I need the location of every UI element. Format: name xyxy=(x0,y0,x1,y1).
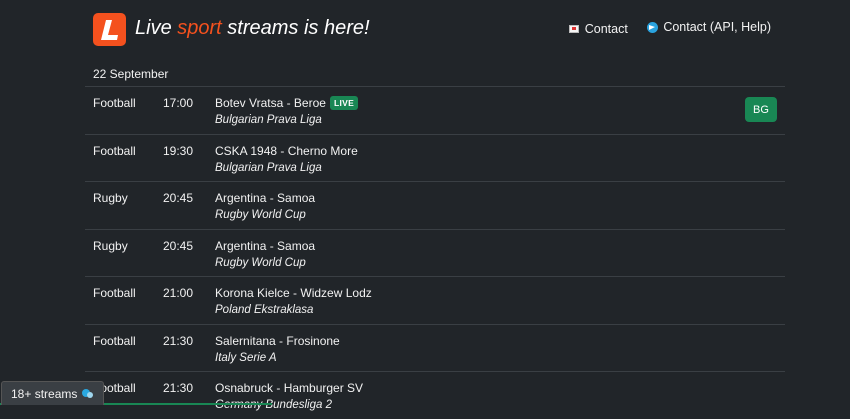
header: Live sport streams is here! Contact Cont… xyxy=(85,0,785,58)
language-button[interactable]: BG xyxy=(745,97,777,122)
brand-title[interactable]: Live sport streams is here! xyxy=(135,17,370,40)
event-row[interactable]: Football 21:00 Korona Kielce - Widzew Lo… xyxy=(85,276,785,324)
event-row[interactable]: Football 21:30 Osnabruck - Hamburger SV … xyxy=(85,371,785,419)
date-heading: 22 September xyxy=(93,67,169,81)
event-time: 21:30 xyxy=(163,333,194,348)
event-sport: Football xyxy=(93,333,136,348)
brand-part2: streams is here! xyxy=(221,17,370,39)
events-list: Football 17:00 Botev Vratsa - Beroe LIVE … xyxy=(85,86,785,419)
event-time: 20:45 xyxy=(163,191,194,205)
event-league: Bulgarian Prava Liga xyxy=(215,114,322,126)
event-row[interactable]: Football 19:30 CSKA 1948 - Cherno More B… xyxy=(85,133,785,182)
event-match[interactable]: Osnabruck - Hamburger SV xyxy=(215,381,363,395)
live-badge: LIVE xyxy=(329,96,359,110)
event-time: 17:00 xyxy=(163,96,194,110)
event-time: 21:30 xyxy=(163,381,194,395)
event-sport: Football xyxy=(93,96,136,110)
telegram-icon xyxy=(647,21,659,33)
event-match[interactable]: CSKA 1948 - Cherno More xyxy=(215,144,358,158)
event-match-title: Botev Vratsa - Beroe xyxy=(215,96,326,110)
brand-part1: Live xyxy=(135,17,178,39)
event-time: 19:30 xyxy=(163,143,194,158)
event-row[interactable]: Rugby 20:45 Argentina - Samoa Rugby Worl… xyxy=(85,228,785,277)
event-league: Rugby World Cup xyxy=(215,256,306,269)
event-match[interactable]: Salernitana - Frosinone xyxy=(215,334,340,348)
contact-link[interactable]: Contact xyxy=(568,21,628,36)
event-sport: Rugby xyxy=(93,238,128,253)
contact-api-link[interactable]: Contact (API, Help) xyxy=(647,20,771,34)
streams-button[interactable]: 18+ streams xyxy=(1,381,105,405)
logo-icon[interactable] xyxy=(93,13,126,46)
event-match[interactable]: Korona Kielce - Widzew Lodz xyxy=(215,286,372,300)
event-league: Rugby World Cup xyxy=(215,209,306,221)
event-league: Italy Serie A xyxy=(215,351,277,364)
event-sport: Football xyxy=(93,143,136,158)
contact-api-label: Contact (API, Help) xyxy=(663,20,771,34)
event-row[interactable]: Rugby 20:45 Argentina - Samoa Rugby Worl… xyxy=(85,181,785,229)
event-row[interactable]: Football 21:30 Salernitana - Frosinone I… xyxy=(85,323,785,372)
event-time: 20:45 xyxy=(163,238,194,253)
event-row[interactable]: Football 17:00 Botev Vratsa - Beroe LIVE … xyxy=(85,86,785,134)
contact-label: Contact xyxy=(584,21,628,36)
event-time: 21:00 xyxy=(163,286,194,300)
event-match[interactable]: Argentina - Samoa xyxy=(215,239,315,253)
chat-bubbles-icon xyxy=(82,388,94,399)
event-match[interactable]: Argentina - Samoa xyxy=(215,191,315,205)
event-league: Bulgarian Prava Liga xyxy=(215,161,322,174)
mail-icon xyxy=(568,24,579,33)
contact-links: Contact Contact (API, Help) xyxy=(553,20,771,36)
brand-accent: sport xyxy=(177,17,222,39)
event-match[interactable]: Botev Vratsa - Beroe LIVE xyxy=(215,96,359,110)
event-league: Germany Bundesliga 2 xyxy=(215,399,332,411)
streams-label: 18+ streams xyxy=(11,386,78,401)
page-container: Live sport streams is here! Contact Cont… xyxy=(85,0,785,411)
event-sport: Football xyxy=(93,286,136,300)
event-sport: Rugby xyxy=(93,191,128,205)
event-league: Poland Ekstraklasa xyxy=(215,304,314,316)
